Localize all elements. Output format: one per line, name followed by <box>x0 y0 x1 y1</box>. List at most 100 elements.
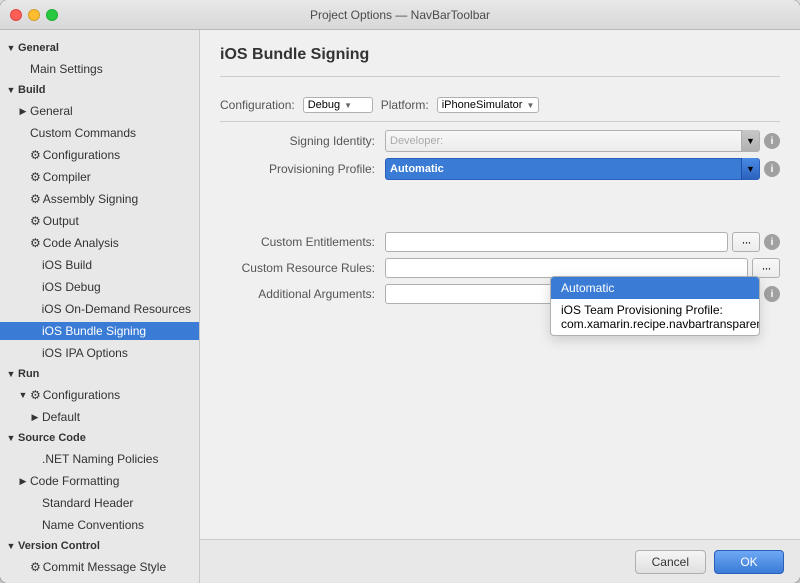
custom-entitlements-row: Custom Entitlements: ··· i <box>220 232 780 252</box>
sidebar-item-run-default[interactable]: Default <box>0 406 199 428</box>
sidebar-item-main-settings[interactable]: Main Settings <box>0 58 199 80</box>
footer: Cancel OK <box>200 539 800 583</box>
custom-resource-rules-browse-button[interactable]: ··· <box>752 258 780 278</box>
sidebar-item-ios-build[interactable]: iOS Build <box>0 254 199 276</box>
sidebar-label-text: .NET Naming Policies <box>30 452 158 466</box>
sidebar-label-text: Default <box>42 410 80 424</box>
signing-identity-value: Developer: <box>390 135 520 147</box>
gear-icon: ⚙ <box>30 388 41 402</box>
sidebar-label-text: iOS Build <box>30 258 92 272</box>
sidebar-item-commit-message-style[interactable]: ⚙ Commit Message Style <box>0 556 199 578</box>
chevron-down-icon: ▼ <box>344 101 352 110</box>
sidebar-item-net-naming[interactable]: .NET Naming Policies <box>0 448 199 470</box>
triangle-icon <box>6 43 16 53</box>
sidebar-label-text: Commit Message Style <box>43 560 166 574</box>
sidebar-label-text: Output <box>43 214 79 228</box>
sidebar-item-version-control-section[interactable]: Version Control <box>0 536 199 556</box>
custom-entitlements-browse-button[interactable]: ··· <box>732 232 760 252</box>
provisioning-value: Automatic <box>390 163 444 175</box>
provisioning-profile-row: Provisioning Profile: Automatic ▼ i Auto… <box>220 158 780 180</box>
sidebar-label-text: iOS On-Demand Resources <box>30 302 191 316</box>
custom-resource-rules-field: ··· <box>385 258 780 278</box>
main-panel: iOS Bundle Signing Configuration: Debug … <box>200 30 800 583</box>
custom-entitlements-input[interactable] <box>385 232 728 252</box>
dropdown-item-automatic[interactable]: Automatic <box>551 277 759 299</box>
sidebar-label-text: Configurations <box>43 388 120 402</box>
triangle-icon <box>6 85 16 95</box>
form-section: Configuration: Debug ▼ Platform: iPhoneS… <box>200 97 800 539</box>
triangle-icon <box>6 369 16 379</box>
sidebar-label-text: General <box>30 104 73 118</box>
sidebar-item-name-conventions[interactable]: Name Conventions <box>0 514 199 536</box>
custom-entitlements-info-button[interactable]: i <box>764 234 780 250</box>
traffic-lights <box>10 9 58 21</box>
ok-button[interactable]: OK <box>714 550 784 574</box>
page-title: iOS Bundle Signing <box>220 46 780 64</box>
sidebar-item-run-configurations[interactable]: ⚙ Configurations <box>0 384 199 406</box>
triangle-icon <box>18 106 28 117</box>
sidebar-item-ios-bundle-signing[interactable]: iOS Bundle Signing <box>0 320 199 342</box>
sidebar-item-run-section[interactable]: Run <box>0 364 199 384</box>
custom-resource-rules-label: Custom Resource Rules: <box>220 261 385 275</box>
close-button[interactable] <box>10 9 22 21</box>
sidebar-item-build-section[interactable]: Build <box>0 80 199 100</box>
window-title: Project Options — NavBarToolbar <box>310 8 490 22</box>
configuration-select[interactable]: Debug ▼ <box>303 97 373 113</box>
sidebar: General Main Settings Build Gener <box>0 30 200 583</box>
sidebar-item-output[interactable]: ⚙ Output <box>0 210 199 232</box>
triangle-icon <box>18 390 28 400</box>
sidebar-label-text: Build <box>18 84 46 96</box>
dropdown-item-team-provisioning[interactable]: iOS Team Provisioning Profile: com.xamar… <box>551 299 759 335</box>
custom-resource-rules-input[interactable] <box>385 258 748 278</box>
sidebar-item-general-section[interactable]: General <box>0 38 199 58</box>
sidebar-label-text: Compiler <box>43 170 91 184</box>
triangle-icon <box>18 476 28 487</box>
custom-entitlements-label: Custom Entitlements: <box>220 235 385 249</box>
sidebar-item-assembly-signing[interactable]: ⚙ Assembly Signing <box>0 188 199 210</box>
main-header: iOS Bundle Signing <box>200 30 800 97</box>
gear-icon: ⚙ <box>30 214 41 228</box>
signing-identity-label: Signing Identity: <box>220 134 385 148</box>
config-row: Configuration: Debug ▼ Platform: iPhoneS… <box>220 97 780 113</box>
platform-select[interactable]: iPhoneSimulator ▼ <box>437 97 540 113</box>
gear-icon: ⚙ <box>30 170 41 184</box>
sidebar-item-compiler[interactable]: ⚙ Compiler <box>0 166 199 188</box>
additional-arguments-label: Additional Arguments: <box>220 287 385 301</box>
maximize-button[interactable] <box>46 9 58 21</box>
sidebar-item-source-code-section[interactable]: Source Code <box>0 428 199 448</box>
sidebar-label-text: Code Formatting <box>30 474 119 488</box>
sidebar-item-ios-debug[interactable]: iOS Debug <box>0 276 199 298</box>
sidebar-item-code-analysis[interactable]: ⚙ Code Analysis <box>0 232 199 254</box>
minimize-button[interactable] <box>28 9 40 21</box>
provisioning-profile-field: Automatic ▼ i Automatic iOS Team Provisi… <box>385 158 780 180</box>
provisioning-profile-select[interactable]: Automatic ▼ <box>385 158 760 180</box>
additional-arguments-info-button[interactable]: i <box>764 286 780 302</box>
sidebar-label-text: Name Conventions <box>30 518 144 532</box>
sidebar-item-configurations[interactable]: ⚙ Configurations <box>0 144 199 166</box>
titlebar: Project Options — NavBarToolbar <box>0 0 800 30</box>
platform-label: Platform: <box>381 98 429 112</box>
sidebar-item-build-general[interactable]: General <box>0 100 199 122</box>
gear-icon: ⚙ <box>30 560 41 574</box>
signing-identity-info-button[interactable]: i <box>764 133 780 149</box>
sidebar-label-text: Standard Header <box>30 496 133 510</box>
provisioning-profile-info-button[interactable]: i <box>764 161 780 177</box>
sidebar-item-ios-ipa[interactable]: iOS IPA Options <box>0 342 199 364</box>
content-area: General Main Settings Build Gener <box>0 30 800 583</box>
signing-identity-row: Signing Identity: Developer: ▼ i <box>220 130 780 152</box>
gear-icon: ⚙ <box>30 192 41 206</box>
signing-identity-field: Developer: ▼ i <box>385 130 780 152</box>
sidebar-item-code-formatting[interactable]: Code Formatting <box>0 470 199 492</box>
sidebar-item-custom-commands[interactable]: Custom Commands <box>0 122 199 144</box>
sidebar-item-standard-header[interactable]: Standard Header <box>0 492 199 514</box>
cancel-button[interactable]: Cancel <box>635 550 706 574</box>
signing-identity-select[interactable]: Developer: ▼ <box>385 130 760 152</box>
configuration-value: Debug <box>308 99 340 111</box>
sidebar-label-text: iOS IPA Options <box>30 346 128 360</box>
sidebar-label-text: Configurations <box>43 148 120 162</box>
sidebar-item-ios-on-demand[interactable]: iOS On-Demand Resources <box>0 298 199 320</box>
sidebar-label-text: Version Control <box>18 540 100 552</box>
provisioning-dropdown: Automatic iOS Team Provisioning Profile:… <box>550 276 760 336</box>
triangle-icon <box>6 433 16 443</box>
sidebar-label-text: Assembly Signing <box>43 192 138 206</box>
